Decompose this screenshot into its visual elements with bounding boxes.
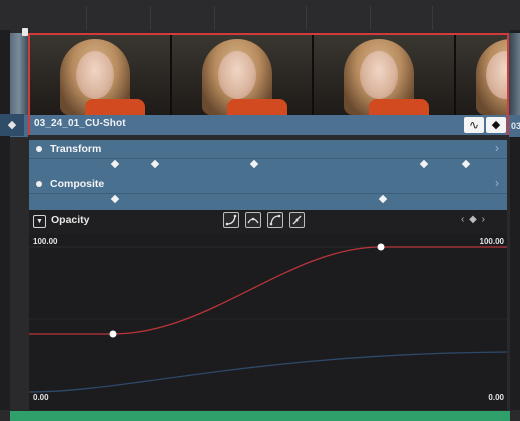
timeline-ruler[interactable] [0,0,520,30]
ease-in-button[interactable] [223,212,239,228]
linear-icon [292,215,302,225]
composite-label: Composite [50,178,105,190]
blue-curve [29,351,507,393]
ruler-tick [86,6,87,30]
curve-keyframe-point[interactable] [109,330,117,338]
curve-keyframe-point[interactable] [377,243,385,251]
ease-in-icon [225,214,237,226]
opacity-curve-editor[interactable]: 100.00 100.00 0.00 0.00 [29,234,507,410]
opacity-label: Opacity [51,214,90,226]
keyframe[interactable] [378,194,388,204]
clip-thumbnail-frame [314,35,456,115]
chevron-right-icon[interactable]: › [495,176,499,190]
keyframe[interactable] [110,159,120,169]
next-clip-thumbnail [509,33,520,115]
ease-out-button[interactable] [267,212,283,228]
collapse-down-icon[interactable]: ▼ [33,215,46,228]
ease-out-icon [269,214,281,226]
selected-clip[interactable]: 03_24_01_CU-Shot ∿ ◆ [28,33,509,135]
ease-peak-button[interactable] [245,212,261,228]
ruler-tick [432,6,433,30]
clip-thumbnail-frame [30,35,172,115]
audio-track-clip[interactable] [10,411,510,421]
clip-thumbnail-frame [172,35,314,115]
linear-button[interactable] [289,212,305,228]
transform-track-header[interactable]: Transform › [29,140,507,159]
keyframe[interactable] [249,159,259,169]
opacity-curve-header: ▼ Opacity ‹ ◆ › [29,210,507,234]
next-clip-label: 03 [511,121,520,131]
transform-label: Transform [50,143,102,155]
transform-keyframe-track[interactable]: Transform › [29,140,507,175]
ease-peak-icon [247,217,259,224]
keyframe-navigation[interactable]: ‹ ◆ › [461,214,486,225]
composite-keyframe-track[interactable]: Composite › [29,175,507,210]
clip-thumbnail-frame [456,35,507,115]
ruler-tick [214,6,215,30]
ruler-tick [150,6,151,30]
previous-clip-thumbnail [10,33,28,115]
clip-name: 03_24_01_CU-Shot [34,118,126,129]
transform-enabled-dot[interactable] [36,146,42,152]
track-left-gutter [0,30,10,410]
keyframe[interactable] [110,194,120,204]
ruler-tick [306,6,307,30]
keyframe-editor-toggle[interactable]: ◆ [486,117,506,133]
clip-name-bar: 03_24_01_CU-Shot ∿ ◆ [30,115,507,135]
keyframe-diamond-icon: ◆ [7,119,17,131]
keyframe[interactable] [419,159,429,169]
keyframe-diamond-icon: ◆ [491,119,501,131]
chevron-right-icon[interactable]: › [495,141,499,155]
composite-track-header[interactable]: Composite › [29,175,507,194]
curve-wave-icon: ∿ [468,118,480,132]
ruler-tick [370,6,371,30]
next-clip[interactable]: 03 [509,33,520,137]
curve-graph [29,243,507,393]
clip-keyframe-button[interactable]: ◆ [0,114,24,136]
keyframe[interactable] [461,159,471,169]
composite-enabled-dot[interactable] [36,181,42,187]
opacity-curve[interactable] [29,246,507,335]
clip-thumbnails [30,35,507,115]
curve-editor-toggle[interactable]: ∿ [464,117,484,133]
playhead-marker[interactable] [22,28,28,36]
keyframe[interactable] [150,159,160,169]
